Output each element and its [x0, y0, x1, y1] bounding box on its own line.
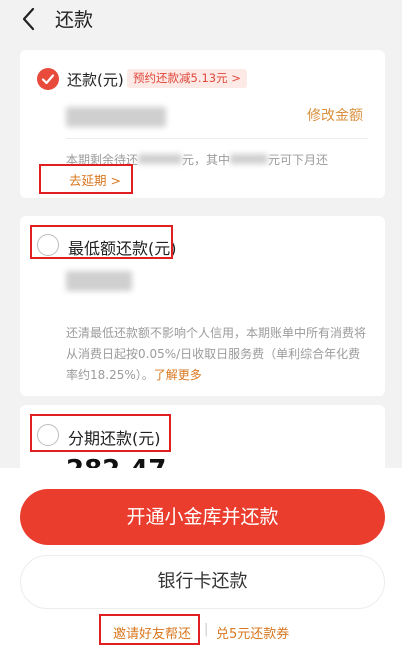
- highlight-box: [30, 414, 171, 452]
- description-text: 还清最低还款额不影响个人信用，本期账单中所有消费将从消费日起按0.05%/日收取…: [66, 326, 367, 382]
- open-vault-and-repay-button[interactable]: 开通小金库并还款: [20, 489, 385, 545]
- promo-badge[interactable]: 预约还款减5.13元 >: [127, 69, 247, 88]
- footer-separator: |: [204, 622, 209, 637]
- masked-amount: [66, 271, 132, 291]
- coupon-link[interactable]: 兑5元还款券: [216, 623, 289, 642]
- detail-part-c: 元可下月还: [268, 153, 329, 167]
- min-payment-description: 还清最低还款额不影响个人信用，本期账单中所有消费将从消费日起按0.05%/日收取…: [66, 323, 368, 386]
- modify-amount-link[interactable]: 修改金额: [307, 105, 363, 125]
- bank-card-repay-button[interactable]: 银行卡还款: [20, 555, 385, 609]
- masked-value: [230, 154, 269, 164]
- masked-amount: [66, 107, 166, 127]
- learn-more-link[interactable]: 了解更多: [154, 368, 202, 382]
- top-bar: 还款: [0, 0, 402, 38]
- repay-option-label: 还款(元): [67, 71, 124, 89]
- checked-radio-icon[interactable]: [37, 68, 59, 90]
- page-title: 还款: [55, 9, 94, 31]
- installment-amount: 282.47: [66, 455, 166, 468]
- masked-value: [138, 154, 183, 164]
- detail-part-b: 元，其中: [182, 153, 231, 167]
- highlight-box: [30, 225, 173, 259]
- divider: [66, 138, 368, 139]
- highlight-box: [99, 614, 200, 645]
- back-arrow-icon[interactable]: [17, 6, 43, 32]
- highlight-box: [39, 164, 133, 194]
